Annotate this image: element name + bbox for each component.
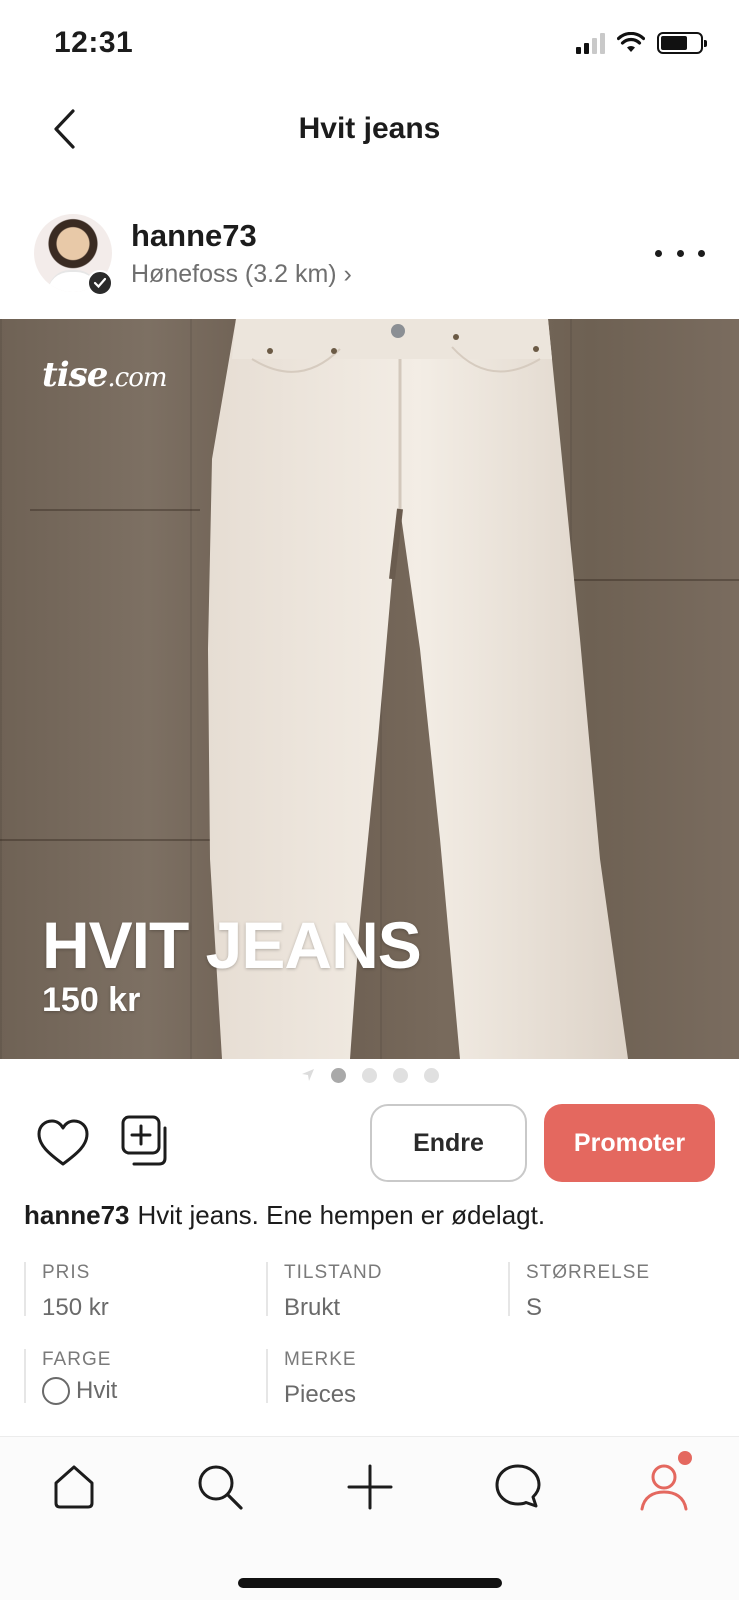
tab-search[interactable] — [190, 1457, 250, 1517]
tab-home[interactable] — [44, 1457, 104, 1517]
seller-row: hanne73 Hønefoss (3.2 km) › — [0, 208, 739, 304]
watermark-suffix: .com — [107, 363, 167, 393]
chat-icon — [495, 1464, 541, 1508]
action-row: Endre Promoter — [0, 1104, 739, 1184]
search-icon — [198, 1465, 243, 1510]
nav-header: Hvit jeans — [0, 92, 739, 172]
image-pager — [0, 1064, 739, 1086]
attr-brand: MERKE Pieces — [266, 1349, 357, 1408]
cellular-signal-icon — [576, 32, 605, 54]
bottom-tab-bar — [0, 1436, 739, 1600]
attr-price: PRIS 150 kr — [24, 1262, 109, 1321]
attr-color: FARGE Hvit — [24, 1349, 118, 1405]
description-username[interactable]: hanne73 — [24, 1200, 130, 1230]
add-icon — [347, 1464, 393, 1510]
attr-price-value: 150 kr — [42, 1294, 109, 1321]
location-arrow-icon — [301, 1069, 314, 1081]
heart-icon — [37, 1119, 89, 1166]
more-options-button[interactable] — [655, 238, 705, 268]
tab-add[interactable] — [340, 1457, 400, 1517]
add-to-collection-button[interactable] — [120, 1114, 174, 1168]
tab-messages[interactable] — [488, 1457, 548, 1517]
product-image[interactable]: tise.com HVIT JEANS 150 kr — [0, 319, 739, 1059]
attr-brand-value: Pieces — [284, 1381, 357, 1408]
attr-brand-label: MERKE — [284, 1349, 357, 1370]
status-icons — [576, 32, 707, 54]
like-button[interactable] — [36, 1118, 90, 1168]
color-swatch-icon — [42, 1377, 70, 1405]
watermark-text: tise — [42, 355, 108, 395]
attr-condition-label: TILSTAND — [284, 1262, 383, 1283]
notification-dot — [678, 1451, 692, 1465]
battery-icon — [657, 32, 707, 54]
more-dot — [655, 249, 662, 257]
check-icon — [93, 277, 107, 289]
seller-username[interactable]: hanne73 — [131, 218, 257, 254]
wifi-icon — [617, 32, 645, 52]
tab-profile[interactable] — [634, 1451, 694, 1517]
home-indicator[interactable] — [238, 1578, 502, 1588]
attr-price-label: PRIS — [42, 1262, 91, 1283]
pager-dot[interactable] — [423, 1067, 439, 1083]
verified-badge — [87, 270, 113, 296]
profile-icon — [640, 1464, 688, 1511]
attr-size-value: S — [526, 1294, 543, 1321]
more-dot — [676, 249, 684, 257]
watermark-logo: tise.com — [42, 355, 168, 395]
pager-dot[interactable] — [392, 1067, 408, 1083]
pager-dot[interactable] — [330, 1067, 346, 1083]
attr-size-label: STØRRELSE — [526, 1262, 651, 1283]
listing-description: hanne73 Hvit jeans. Ene hempen er ødelagt… — [24, 1200, 724, 1231]
promote-button[interactable]: Promoter — [544, 1104, 715, 1182]
more-dot — [698, 249, 705, 257]
edit-button[interactable]: Endre — [370, 1104, 527, 1182]
attr-condition: TILSTAND Brukt — [266, 1262, 383, 1321]
attr-condition-value: Brukt — [284, 1294, 341, 1321]
image-overlay-title: HVIT JEANS — [42, 908, 422, 982]
description-text: Hvit jeans. Ene hempen er ødelagt. — [137, 1200, 546, 1230]
pager-dot[interactable] — [361, 1067, 377, 1083]
home-icon — [54, 1465, 94, 1509]
add-collection-icon — [121, 1115, 167, 1166]
seller-location[interactable]: Hønefoss (3.2 km) › — [131, 260, 352, 289]
attr-size: STØRRELSE S — [508, 1262, 651, 1321]
status-time: 12:31 — [54, 26, 134, 59]
attr-color-label: FARGE — [42, 1349, 112, 1370]
attr-color-value: Hvit — [76, 1377, 118, 1404]
image-overlay-price: 150 kr — [42, 981, 141, 1019]
status-bar: 12:31 — [0, 0, 739, 92]
page-title: Hvit jeans — [298, 112, 441, 145]
